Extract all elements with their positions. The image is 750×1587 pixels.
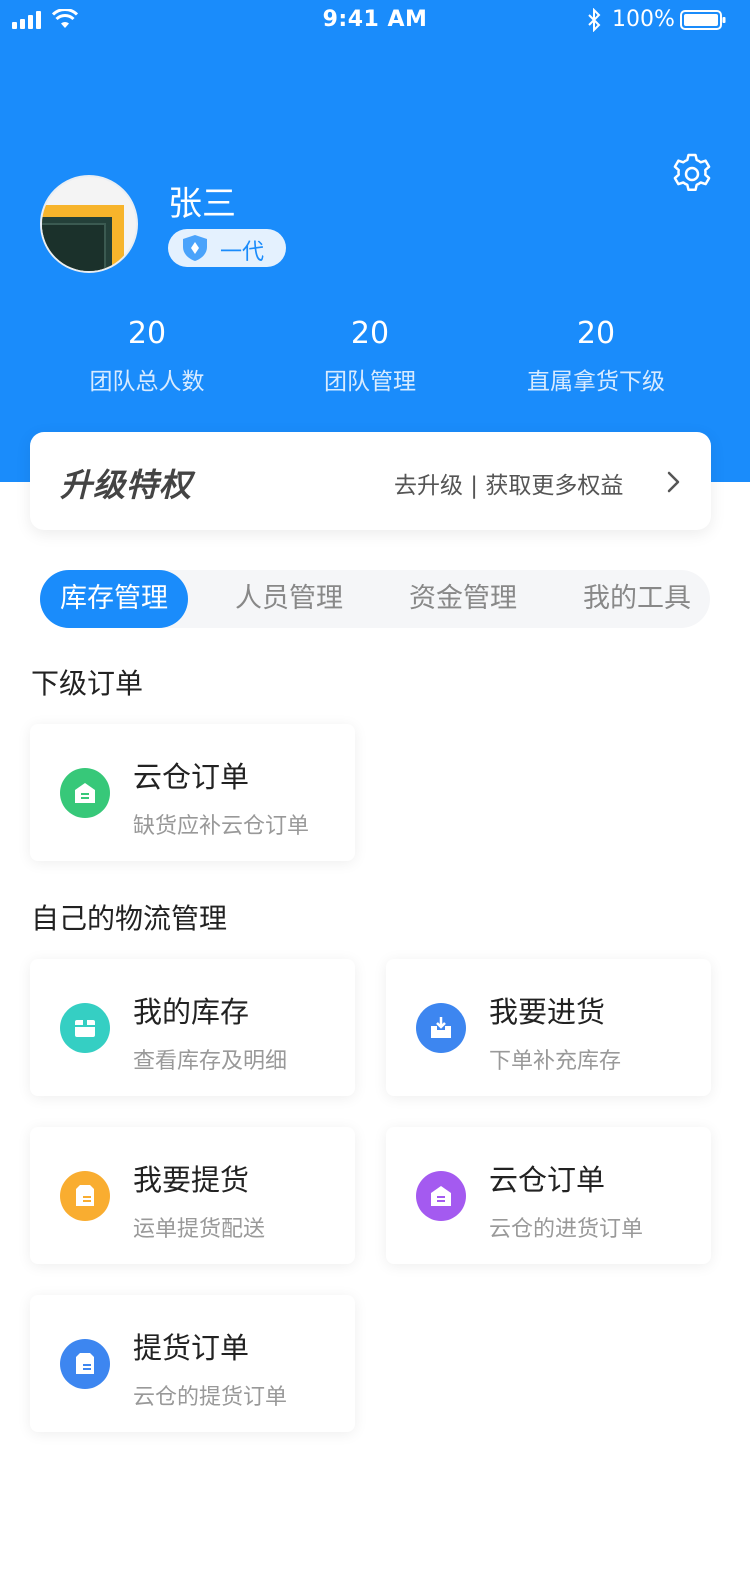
shield-diamond-icon xyxy=(183,235,207,261)
stat-team-total[interactable]: 20 团队总人数 xyxy=(47,316,247,396)
stat-label: 直属拿货下级 xyxy=(527,369,665,395)
chevron-right-icon xyxy=(667,471,680,493)
stat-team-manage[interactable]: 20 团队管理 xyxy=(270,316,470,396)
pickup-order-icon xyxy=(60,1339,110,1389)
card-subtitle: 查看库存及明细 xyxy=(133,1049,288,1074)
card-title: 云仓订单 xyxy=(489,1163,606,1197)
settings-gear-icon[interactable] xyxy=(670,152,714,196)
battery-percent: 100% xyxy=(612,7,675,32)
status-bar: 9:41 AM 100% xyxy=(0,0,750,40)
card-my-inventory[interactable]: 我的库存 查看库存及明细 xyxy=(30,959,355,1096)
upgrade-card[interactable]: 升级特权 去升级 | 获取更多权益 xyxy=(30,432,711,530)
card-title: 我要提货 xyxy=(133,1163,250,1197)
bluetooth-icon xyxy=(588,8,601,32)
section-title-sub-orders: 下级订单 xyxy=(31,667,144,700)
team-stats: 20 团队总人数 20 团队管理 20 直属拿货下级 xyxy=(0,316,750,406)
stat-value: 20 xyxy=(576,316,616,351)
stat-label: 团队管理 xyxy=(324,369,416,395)
tab-tools[interactable]: 我的工具 xyxy=(564,570,710,628)
pickup-box-icon xyxy=(60,1171,110,1221)
cloud-order-icon xyxy=(416,1171,466,1221)
card-title: 提货订单 xyxy=(133,1331,250,1365)
stat-direct-sub[interactable]: 20 直属拿货下级 xyxy=(496,316,696,396)
card-subtitle: 下单补充库存 xyxy=(489,1049,622,1074)
stat-value: 20 xyxy=(127,316,167,351)
card-title: 我的库存 xyxy=(133,995,250,1029)
tab-personnel[interactable]: 人员管理 xyxy=(216,570,362,628)
avatar[interactable] xyxy=(40,175,138,273)
card-pickup-order[interactable]: 提货订单 云仓的提货订单 xyxy=(30,1295,355,1432)
card-cloud-order-sub[interactable]: 云仓订单 缺货应补云仓订单 xyxy=(30,724,355,861)
card-title: 云仓订单 xyxy=(133,760,250,794)
card-title: 我要进货 xyxy=(489,995,606,1029)
cloud-warehouse-icon xyxy=(60,768,110,818)
section-title-logistics: 自己的物流管理 xyxy=(31,902,228,935)
tab-bar: 库存管理 人员管理 资金管理 我的工具 xyxy=(40,570,710,628)
upgrade-title: 升级特权 xyxy=(60,466,193,504)
card-cloud-order[interactable]: 云仓订单 云仓的进货订单 xyxy=(386,1127,711,1264)
level-badge: 一代 xyxy=(168,229,286,267)
card-restock[interactable]: 我要进货 下单补充库存 xyxy=(386,959,711,1096)
tab-funds[interactable]: 资金管理 xyxy=(390,570,536,628)
card-subtitle: 运单提货配送 xyxy=(133,1217,266,1242)
tab-inventory[interactable]: 库存管理 xyxy=(40,570,188,628)
card-subtitle: 缺货应补云仓订单 xyxy=(133,814,310,839)
card-subtitle: 云仓的进货订单 xyxy=(489,1217,644,1242)
stat-label: 团队总人数 xyxy=(89,369,205,395)
restock-download-icon xyxy=(416,1003,466,1053)
card-subtitle: 云仓的提货订单 xyxy=(133,1385,288,1410)
level-label: 一代 xyxy=(220,240,265,265)
stat-value: 20 xyxy=(350,316,390,351)
inventory-box-icon xyxy=(60,1003,110,1053)
battery-icon xyxy=(680,10,726,30)
card-pickup[interactable]: 我要提货 运单提货配送 xyxy=(30,1127,355,1264)
upgrade-link[interactable]: 去升级 | 获取更多权益 xyxy=(394,466,623,500)
user-name: 张三 xyxy=(168,184,236,224)
